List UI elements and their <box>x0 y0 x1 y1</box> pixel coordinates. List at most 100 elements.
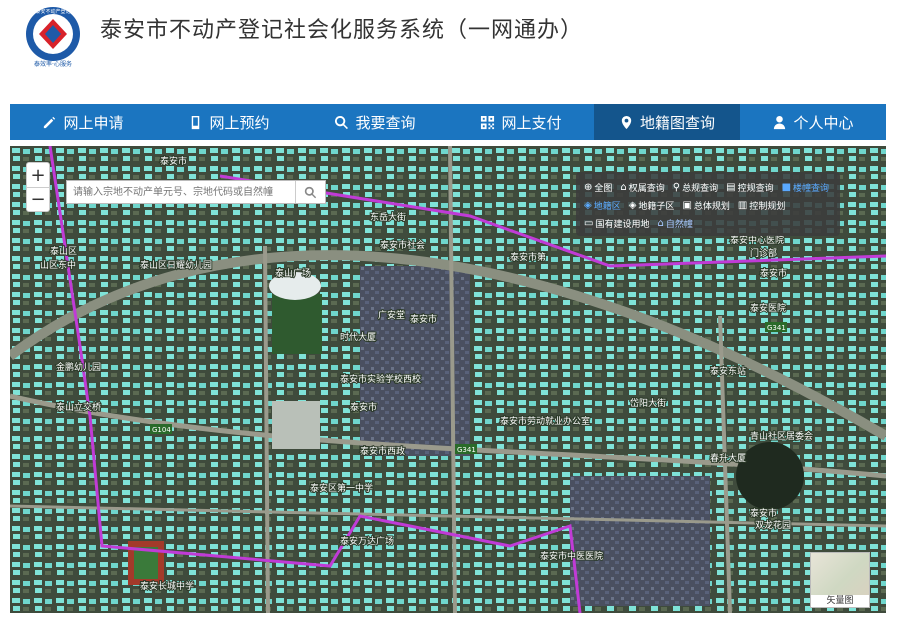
basemap-label: 矢量图 <box>826 596 854 606</box>
map-label: 泰山广场 <box>275 267 311 279</box>
svg-text:泰效率·心服务: 泰效率·心服务 <box>34 60 72 68</box>
tool-label: 国有建设用地 <box>595 219 650 230</box>
map-label: 山区东中 <box>40 259 76 271</box>
vector-map-thumbnail <box>811 553 869 595</box>
nav-item-online-booking[interactable]: 网上预约 <box>156 104 302 140</box>
map-label: 泰山区 <box>50 245 77 257</box>
building-icon: ■ <box>781 181 792 193</box>
map-label: 东岳大街 <box>370 211 406 223</box>
qrcode-icon <box>481 115 495 129</box>
mobile-icon <box>192 115 200 129</box>
map-toolbox: ⊕ 全图 ⌂ 权属查询 ⚲ 总规查询 ▤ 控规查询 ■ 楼幢查询 ◈ 地籍区 ◈ 地籍子区 ▣… <box>576 172 840 236</box>
search-icon <box>335 115 349 129</box>
nav-item-label: 地籍图查询 <box>639 113 715 132</box>
map-marker-icon <box>621 115 632 129</box>
map-label: 泰安市社会 <box>380 239 425 251</box>
zoom-control: + − <box>26 162 50 212</box>
search-icon: ⚲ <box>672 181 681 193</box>
tool-control-plan[interactable]: ▥ 控制规划 <box>738 199 785 212</box>
tool-building-query[interactable]: ■ 楼幢查询 <box>782 181 829 194</box>
map-search-box <box>66 180 326 204</box>
map-label: 广安堂 <box>378 309 405 321</box>
nav-item-cadastral-map[interactable]: 地籍图查询 <box>594 104 740 140</box>
map-label: 门诊部 <box>750 247 777 259</box>
tool-cadastral-district[interactable]: ◈ 地籍区 <box>584 199 621 212</box>
map-label: 泰安区第一中学 <box>310 482 373 494</box>
basemap-switcher[interactable]: 矢量图 <box>810 552 870 608</box>
house-icon: ⌂ <box>657 217 664 229</box>
tool-master-plan-query[interactable]: ⚲ 总规查询 <box>673 181 718 194</box>
main-nav: 网上申请 网上预约 我要查询 网上支付 地籍图查询 个人中心 <box>10 104 886 140</box>
layers-icon: ◈ <box>584 199 592 211</box>
toolbox-row: ◈ 地籍区 ◈ 地籍子区 ▣ 总体规划 ▥ 控制规划 <box>584 196 832 214</box>
map-label: 泰山立交桥 <box>56 401 101 413</box>
doc-icon: ▤ <box>726 181 736 193</box>
map-label: 泰安市劳动就业办公室 <box>500 415 590 427</box>
svg-text:泰安不动产登记: 泰安不动产登记 <box>35 8 70 15</box>
map-view[interactable]: 泰安市 东岳大街 泰安市社会 泰安市第 泰安中心医院 门诊部 泰安市 泰安医院 … <box>10 146 886 613</box>
pencil-icon <box>44 116 56 128</box>
logo-icon: 泰安不动产登记 泰效率·心服务 <box>26 7 80 68</box>
map-label: 泰安市 <box>160 155 187 167</box>
tool-natural-building[interactable]: ⌂ 自然幢 <box>657 217 692 230</box>
toolbox-row: ▭ 国有建设用地 ⌂ 自然幢 <box>584 214 832 232</box>
map-label: 泰安市实验学校西校 <box>340 373 421 385</box>
page-title: 泰安市不动产登记社会化服务系统（一网通办） <box>100 18 584 43</box>
road-code: G104 <box>152 426 171 434</box>
map-label: 泰安市 <box>410 313 437 325</box>
road-code: G341 <box>767 324 786 332</box>
globe-icon: ⊕ <box>584 181 593 193</box>
site-header: 泰安不动产登记 泰效率·心服务 泰安市不动产登记社会化服务系统（一网通办） <box>0 0 899 100</box>
road-code: G341 <box>457 446 476 454</box>
tool-label: 总规查询 <box>682 183 719 194</box>
nav-item-label: 我要查询 <box>355 113 416 132</box>
map-label: 泰安市中医医院 <box>540 550 603 562</box>
map-label: 泰安市 <box>350 401 377 413</box>
search-button[interactable] <box>295 181 325 203</box>
search-icon <box>304 186 317 198</box>
old-town-area <box>570 476 710 606</box>
park <box>736 442 804 510</box>
map-label: 泰安东站 <box>710 365 746 377</box>
nav-item-personal-center[interactable]: 个人中心 <box>740 104 886 140</box>
home-icon: ⌂ <box>620 181 627 193</box>
layers-icon: ◈ <box>628 199 637 211</box>
nav-item-label: 个人中心 <box>793 113 854 132</box>
nav-item-label: 网上申请 <box>63 113 124 132</box>
toolbox-row: ⊕ 全图 ⌂ 权属查询 ⚲ 总规查询 ▤ 控规查询 ■ 楼幢查询 <box>584 178 832 196</box>
map-label: 泰安市 <box>750 507 777 519</box>
search-input[interactable] <box>67 181 295 203</box>
nav-item-online-apply[interactable]: 网上申请 <box>10 104 156 140</box>
tool-cadastral-subdistrict[interactable]: ◈ 地籍子区 <box>629 199 675 212</box>
map-label: 泰安医院 <box>750 302 786 314</box>
tool-label: 地籍子区 <box>638 201 675 212</box>
map-label: 泰安市西政 <box>360 445 405 457</box>
tool-state-land[interactable]: ▭ 国有建设用地 <box>584 217 649 230</box>
tool-label: 总体规划 <box>693 201 730 212</box>
tool-label: 楼幢查询 <box>793 183 830 194</box>
zoom-in-button[interactable]: + <box>27 163 49 187</box>
chart-icon: ▥ <box>737 199 748 211</box>
map-label: 时代大厦 <box>340 331 376 343</box>
zoom-out-button[interactable]: − <box>27 187 49 211</box>
map-label: 泰山区日耀幼儿园 <box>140 259 212 271</box>
map-label: 金鹏幼儿园 <box>56 361 101 373</box>
map-label: 泰安市第 <box>510 251 546 263</box>
map-label: 泰安市 <box>760 267 787 279</box>
plan-icon: ▣ <box>682 199 692 211</box>
tool-full-extent[interactable]: ⊕ 全图 <box>584 181 612 194</box>
map-label: 泰安万达广场 <box>340 535 394 547</box>
tool-detailed-plan-query[interactable]: ▤ 控规查询 <box>726 181 773 194</box>
tool-master-plan[interactable]: ▣ 总体规划 <box>682 199 729 212</box>
map-label: 青山社区居委会 <box>750 430 813 442</box>
map-label: 春升大厦 <box>710 452 746 464</box>
stadium <box>272 294 322 354</box>
tool-label: 控制规划 <box>749 201 786 212</box>
nav-item-online-payment[interactable]: 网上支付 <box>448 104 594 140</box>
tool-label: 全图 <box>594 183 613 194</box>
tool-ownership-query[interactable]: ⌂ 权属查询 <box>620 181 664 194</box>
plaza <box>272 401 320 449</box>
tool-label: 自然幢 <box>665 219 693 230</box>
nav-item-query[interactable]: 我要查询 <box>302 104 448 140</box>
tool-label: 地籍区 <box>593 201 621 212</box>
